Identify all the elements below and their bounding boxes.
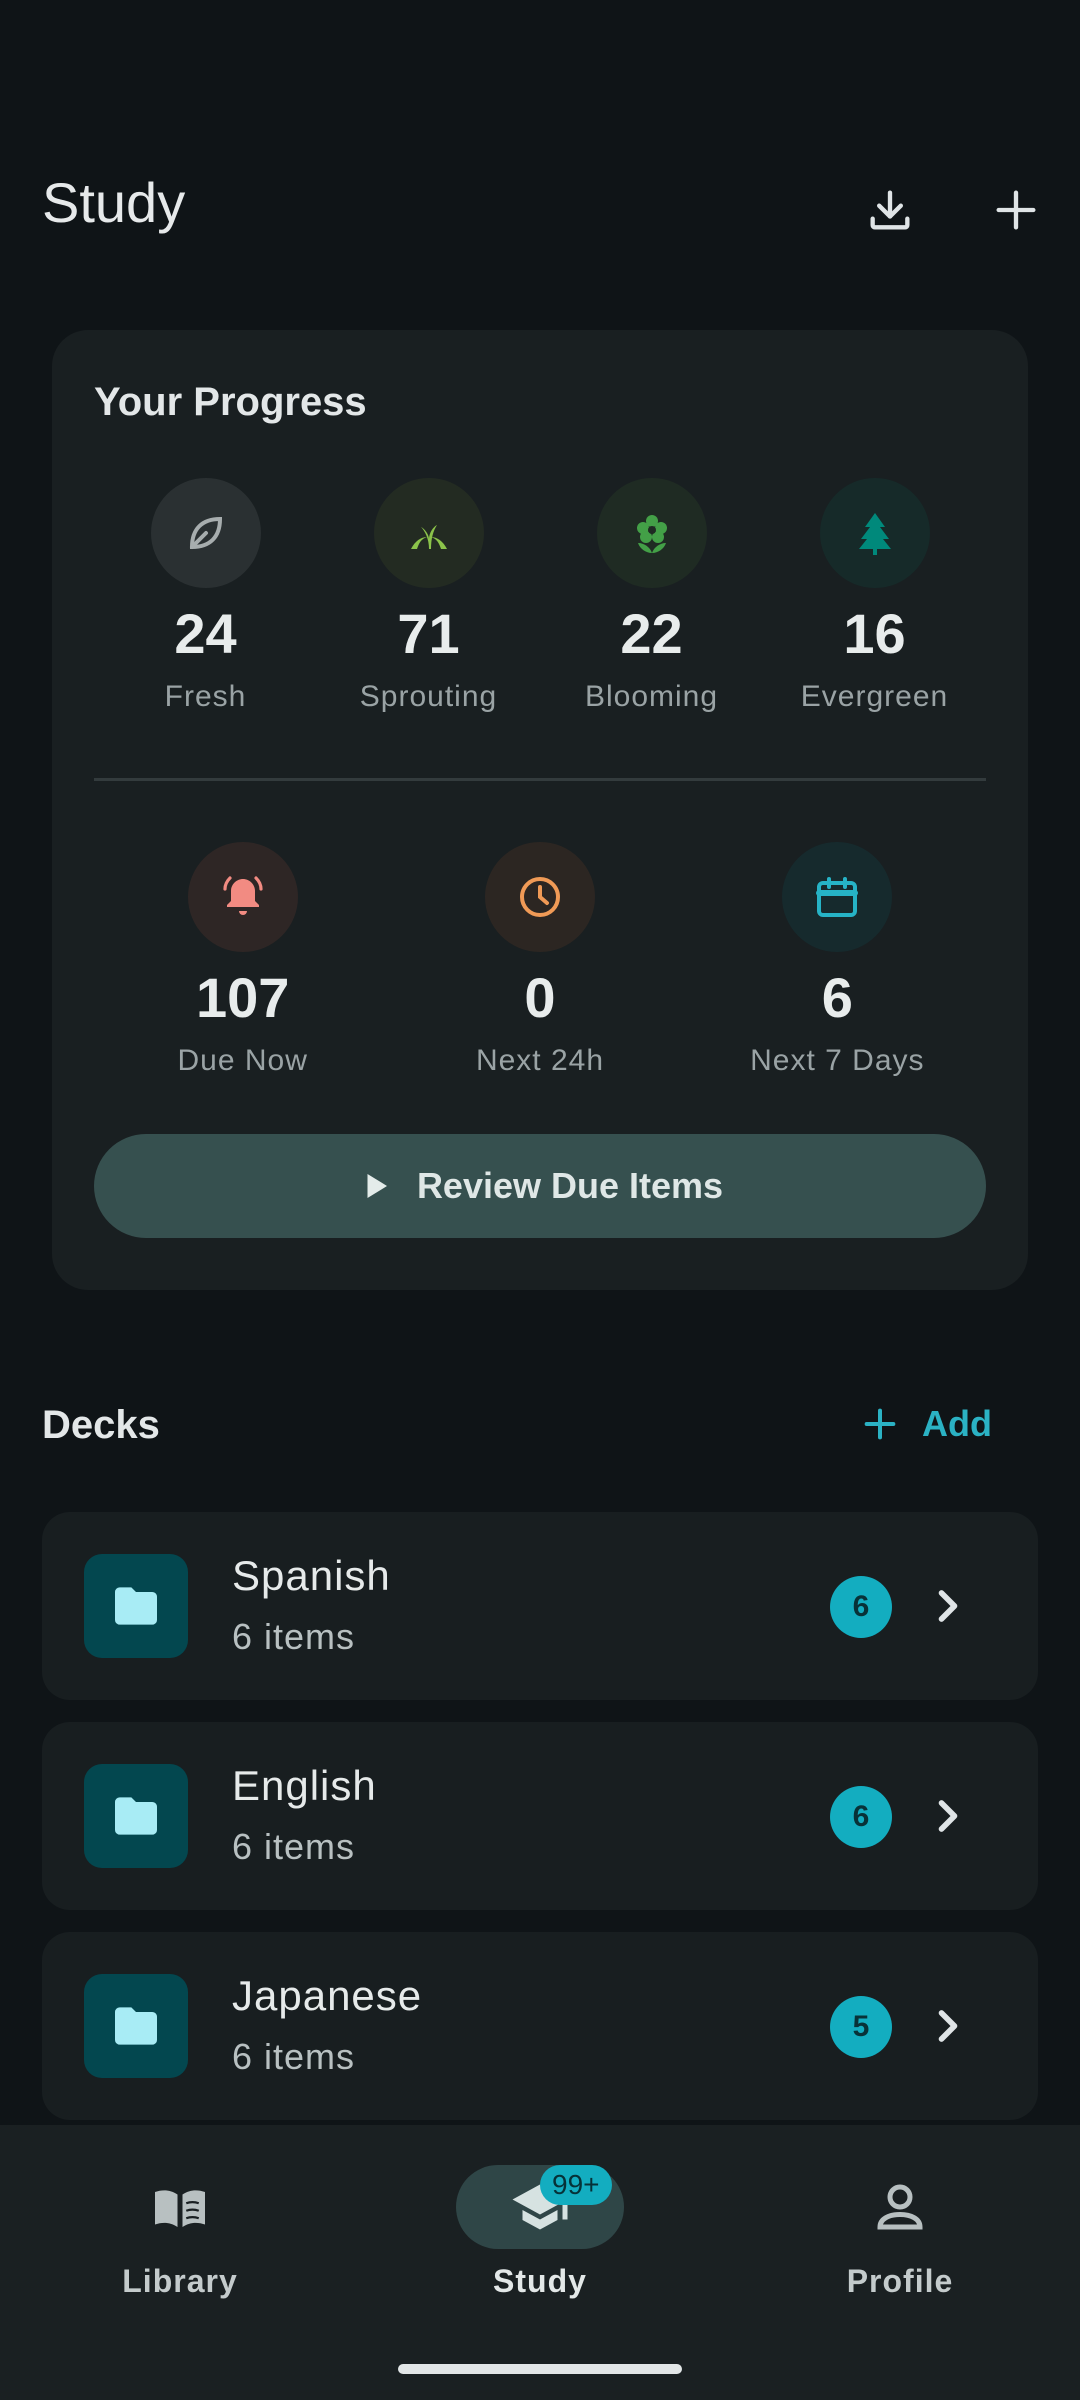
deck-item-count: 6 items bbox=[232, 1616, 356, 1657]
nav-label: Profile bbox=[846, 2263, 954, 2299]
nav-pill-selected: 99+ bbox=[456, 2165, 624, 2249]
deck-item-count: 6 items bbox=[232, 1826, 356, 1867]
chevron-right-icon bbox=[938, 1590, 958, 1622]
due-now-count: 107 bbox=[195, 966, 290, 1029]
flower-icon bbox=[636, 515, 667, 553]
nav-item-profile[interactable]: Profile bbox=[750, 2165, 1050, 2300]
nav-item-library[interactable]: Library bbox=[30, 2165, 330, 2300]
divider bbox=[94, 778, 986, 781]
app-bar: Study bbox=[0, 160, 1080, 250]
stage-stats: 24 Fresh 71 Sprouting 22 Blooming 16 Eve… bbox=[94, 478, 986, 718]
person-icon bbox=[877, 2184, 923, 2230]
evergreen-icon-circle bbox=[819, 478, 930, 588]
next-7-days-count: 6 bbox=[821, 966, 853, 1029]
deck-item-japanese[interactable]: Japanese 6 items 5 bbox=[42, 1932, 1038, 2120]
plus-icon bbox=[996, 190, 1036, 230]
deck-name: Japanese bbox=[232, 1972, 423, 2019]
deck-folder bbox=[84, 1554, 188, 1658]
home-indicator[interactable] bbox=[398, 2364, 682, 2374]
blooming-icon-circle bbox=[596, 478, 707, 588]
nav-label: Library bbox=[122, 2263, 238, 2299]
progress-card: Your Progress 24 Fresh 71 Sprouting 22 B… bbox=[52, 330, 1028, 1290]
stage-sprouting: 71 Sprouting bbox=[317, 478, 540, 718]
chevron-right-icon bbox=[938, 1800, 958, 1832]
import-button[interactable] bbox=[850, 170, 930, 250]
calendar-icon bbox=[816, 877, 859, 917]
folder-icon bbox=[115, 2007, 157, 2045]
decks-header: Decks Add bbox=[0, 1395, 1080, 1465]
due-now-stat: 107 Due Now bbox=[94, 842, 391, 1082]
deck-item-count: 6 items bbox=[232, 2036, 356, 2077]
stage-blooming: 22 Blooming bbox=[540, 478, 763, 718]
next-7-days-stat: 6 Next 7 Days bbox=[689, 842, 986, 1082]
folder-icon bbox=[115, 1797, 157, 1835]
due-now-icon-circle bbox=[187, 842, 298, 952]
evergreen-count: 16 bbox=[843, 602, 906, 665]
plus-icon bbox=[864, 1408, 896, 1440]
stage-fresh: 24 Fresh bbox=[94, 478, 317, 718]
nav-pill bbox=[816, 2165, 984, 2249]
add-deck-text-button[interactable]: Add bbox=[860, 1403, 992, 1445]
deck-name: Spanish bbox=[232, 1552, 391, 1599]
sprouting-count: 71 bbox=[397, 602, 460, 665]
deck-item-english[interactable]: English 6 items 6 bbox=[42, 1722, 1038, 1910]
bell-icon bbox=[223, 876, 263, 915]
notification-badge: 99+ bbox=[540, 2165, 612, 2205]
leaf-icon bbox=[189, 516, 222, 550]
add-label: Add bbox=[922, 1403, 992, 1444]
deck-folder bbox=[84, 1764, 188, 1868]
due-badge: 5 bbox=[830, 1996, 892, 2058]
due-stats: 107 Due Now 0 Next 24h 6 Next 7 Days bbox=[94, 842, 986, 1082]
nav-item-study[interactable]: 99+ Study bbox=[390, 2165, 690, 2300]
evergreen-label: Evergreen bbox=[800, 680, 949, 713]
review-due-label: Review Due Items bbox=[416, 1165, 724, 1206]
deck-folder bbox=[84, 1974, 188, 2078]
stage-evergreen: 16 Evergreen bbox=[763, 478, 986, 718]
play-icon bbox=[367, 1174, 387, 1198]
book-icon bbox=[155, 2190, 205, 2227]
sprouting-label: Sprouting bbox=[359, 680, 498, 713]
fresh-count: 24 bbox=[174, 602, 237, 665]
tree-icon bbox=[858, 513, 891, 555]
fresh-label: Fresh bbox=[164, 680, 247, 713]
status-bar bbox=[0, 0, 1080, 130]
next-7-days-label: Next 7 Days bbox=[750, 1044, 925, 1077]
sprouting-icon-circle bbox=[373, 478, 484, 588]
review-due-button[interactable]: Review Due Items bbox=[94, 1134, 986, 1238]
progress-title: Your Progress bbox=[94, 380, 367, 424]
due-badge: 6 bbox=[830, 1576, 892, 1638]
deck-item-spanish[interactable]: Spanish 6 items 6 bbox=[42, 1512, 1038, 1700]
bottom-navigation: Library 99+ Study Profile bbox=[0, 2125, 1080, 2400]
nav-pill bbox=[96, 2165, 264, 2249]
blooming-count: 22 bbox=[620, 602, 683, 665]
blooming-label: Blooming bbox=[584, 680, 719, 713]
sprout-icon bbox=[410, 525, 447, 549]
download-icon bbox=[870, 190, 910, 230]
next-24h-stat: 0 Next 24h bbox=[391, 842, 688, 1082]
next-24h-icon-circle bbox=[484, 842, 595, 952]
next-7-days-icon-circle bbox=[782, 842, 893, 952]
clock-icon bbox=[519, 877, 560, 917]
folder-icon bbox=[115, 1587, 157, 1625]
page-title: Study bbox=[42, 171, 186, 234]
due-badge: 6 bbox=[830, 1786, 892, 1848]
chevron-right-icon bbox=[938, 2010, 958, 2042]
decks-title: Decks bbox=[42, 1403, 160, 1447]
nav-label: Study bbox=[493, 2263, 587, 2299]
next-24h-label: Next 24h bbox=[475, 1044, 605, 1077]
add-deck-button[interactable] bbox=[976, 170, 1056, 250]
due-now-label: Due Now bbox=[177, 1044, 308, 1077]
fresh-icon-circle bbox=[150, 478, 261, 588]
next-24h-count: 0 bbox=[524, 966, 556, 1029]
deck-name: English bbox=[232, 1762, 377, 1809]
